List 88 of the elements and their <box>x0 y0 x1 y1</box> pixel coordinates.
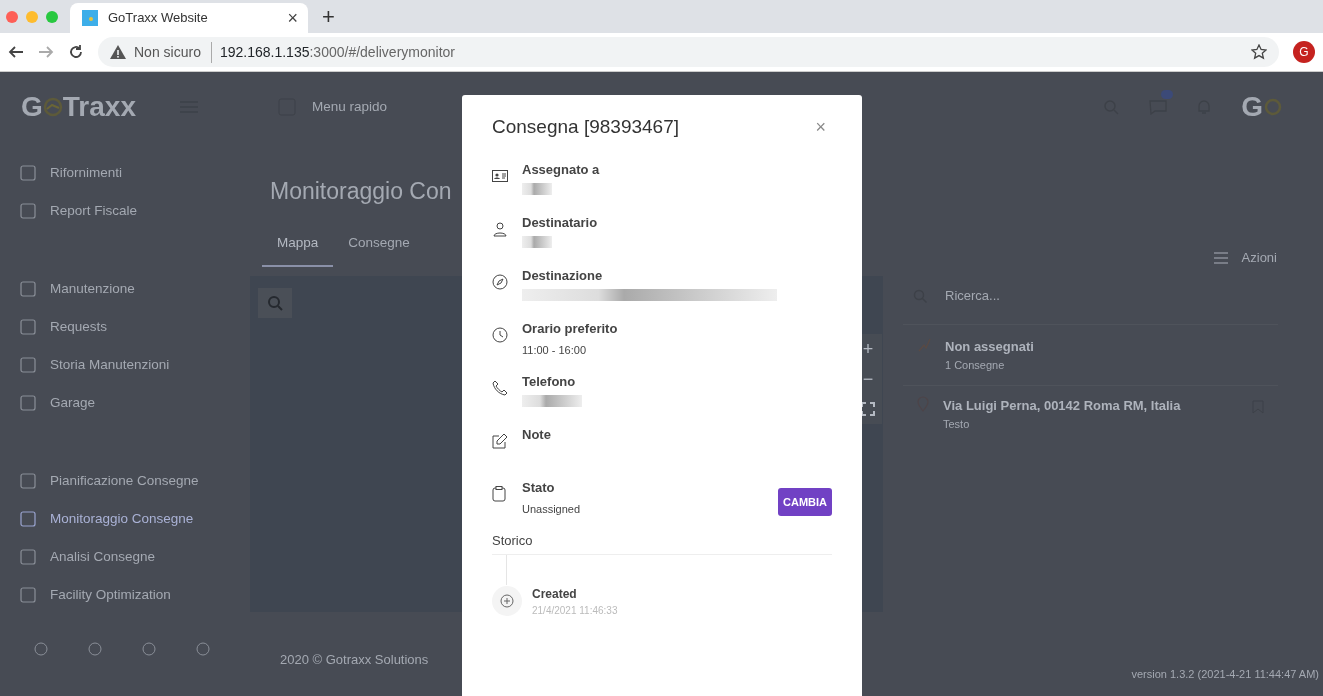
square-icon <box>20 511 36 527</box>
modal-title: Consegna [98393467] <box>492 115 679 139</box>
delivery-item[interactable]: Via Luigi Perna, 00142 Roma RM, Italia Testo <box>903 386 1278 442</box>
expand-icon <box>861 402 875 416</box>
forward-icon[interactable] <box>38 44 54 60</box>
phone-icon <box>492 379 508 396</box>
square-icon <box>20 281 36 297</box>
maximize-window-button[interactable] <box>46 10 58 23</box>
field-value: 11:00 - 16:00 <box>522 343 587 358</box>
clock-icon <box>492 326 508 343</box>
close-button[interactable]: × <box>809 113 832 141</box>
field-label: Destinatario <box>522 213 598 232</box>
sidebar-item[interactable]: Pianificazione Consegne <box>20 462 250 500</box>
edit-icon <box>492 432 508 449</box>
history-time: 21/4/2021 11:46:33 <box>532 604 618 618</box>
tab[interactable]: Consegne <box>333 226 425 267</box>
browser-tab[interactable]: GoTraxx Website × <box>70 3 308 33</box>
minimize-window-button[interactable] <box>26 10 38 23</box>
compass-icon <box>492 273 508 290</box>
list-icon <box>1213 251 1228 264</box>
close-window-button[interactable] <box>6 10 18 23</box>
map-search-button[interactable] <box>258 288 292 318</box>
change-status-button[interactable]: CAMBIA <box>778 487 832 517</box>
delivery-note: Testo <box>943 416 971 432</box>
clipboard-icon <box>492 485 506 502</box>
zoom-out-button[interactable]: − <box>854 364 882 394</box>
group-title: Non assegnati <box>945 338 1034 356</box>
chat-icon[interactable] <box>1149 99 1168 115</box>
history-event: Created <box>532 586 578 603</box>
square-icon <box>20 319 36 335</box>
sidebar-item[interactable]: Rifornimenti <box>20 154 250 192</box>
search-icon <box>267 295 283 311</box>
logo-text: G <box>21 90 43 124</box>
sidebar-item[interactable]: Monitoraggio Consegne <box>20 500 250 538</box>
quick-menu-link[interactable]: Menu rapido <box>312 96 388 118</box>
back-icon[interactable] <box>8 44 24 60</box>
field-label: Orario preferito <box>522 319 618 338</box>
field-label: Telefono <box>522 372 577 391</box>
security-label[interactable]: Non sicuro <box>134 41 212 63</box>
square-icon <box>20 395 36 411</box>
circle-icon[interactable] <box>34 642 48 656</box>
person-icon <box>492 220 508 237</box>
search-field[interactable]: Ricerca... <box>943 285 1123 307</box>
favicon-icon <box>82 10 98 26</box>
sidebar-item[interactable]: Garage <box>20 384 250 422</box>
zoom-in-button[interactable]: + <box>854 334 882 364</box>
circle-icon[interactable] <box>196 642 210 656</box>
square-icon <box>20 587 36 603</box>
new-tab-button[interactable]: + <box>308 5 349 28</box>
globe-logo-icon <box>42 97 63 117</box>
field-label: Assegnato a <box>522 160 600 179</box>
delivery-address: Via Luigi Perna, 00142 Roma RM, Italia <box>943 397 1181 415</box>
profile-avatar[interactable]: G <box>1293 41 1315 63</box>
square-icon <box>20 165 36 181</box>
version-text: version 1.3.2 (2021-4-21 11:44:47 AM) <box>1131 667 1319 682</box>
status-value: Unassigned <box>522 502 581 517</box>
warning-icon <box>110 45 126 59</box>
circle-icon[interactable] <box>142 642 156 656</box>
field-label: Note <box>522 425 551 444</box>
sidebar-item[interactable]: Facility Optimization <box>20 576 250 614</box>
square-icon <box>20 357 36 373</box>
star-icon[interactable] <box>1251 44 1267 60</box>
globe-logo-icon <box>1263 97 1283 117</box>
reload-icon[interactable] <box>68 44 84 60</box>
sidebar-item[interactable]: Analisi Consegne <box>20 538 250 576</box>
square-icon <box>20 203 36 219</box>
logo-text: Traxx <box>62 90 136 124</box>
footer-text: 2020 © Gotraxx Solutions <box>280 651 429 669</box>
tab[interactable]: Mappa <box>262 226 334 267</box>
actions-button[interactable]: Azioni <box>1207 247 1283 269</box>
field-label: Stato <box>522 478 556 497</box>
tab-title: GoTraxx Website <box>108 9 208 28</box>
sidebar-item[interactable]: Manutenzione <box>20 270 250 308</box>
group-count: 1 Consegne <box>945 357 1006 373</box>
square-icon <box>20 473 36 489</box>
logo-text: G <box>1241 90 1263 124</box>
sidebar-item[interactable]: Storia Manutenzioni <box>20 346 250 384</box>
sidebar-item[interactable]: Requests <box>20 308 250 346</box>
url-text[interactable]: 192.168.1.135:3000/#/deliverymonitor <box>219 41 455 63</box>
page-title: Monitoraggio Con <box>270 177 452 206</box>
tab-close-button[interactable]: × <box>287 9 298 27</box>
history-heading: Storico <box>492 530 832 555</box>
sidebar-item[interactable]: Report Fiscale <box>20 192 250 230</box>
square-icon <box>20 549 36 565</box>
plus-circle-icon <box>500 594 514 608</box>
id-card-icon <box>492 167 508 184</box>
field-label: Destinazione <box>522 266 604 285</box>
circle-icon[interactable] <box>88 642 102 656</box>
